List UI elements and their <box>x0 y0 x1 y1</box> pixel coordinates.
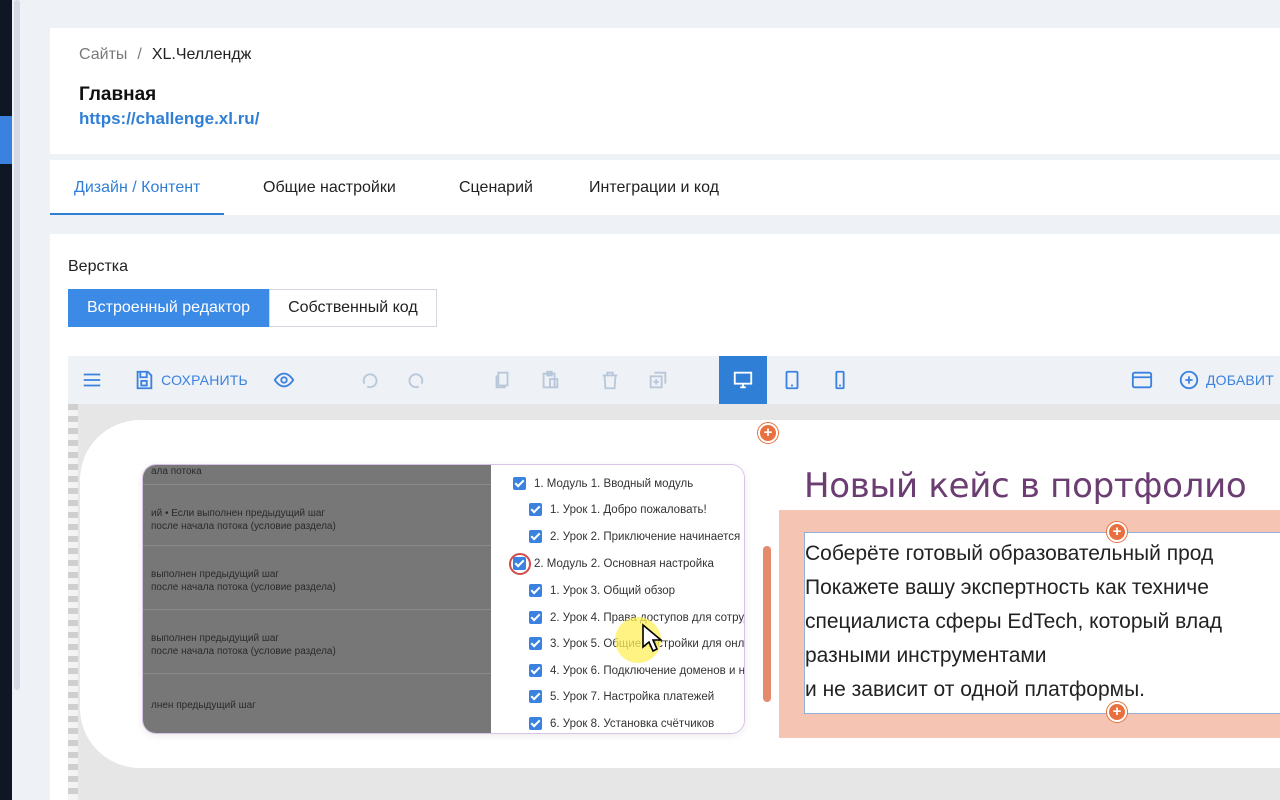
layout-mode-switch: Встроенный редактор Собственный код <box>68 289 437 327</box>
embedded-screenshot-image[interactable]: ала потока ий • Если выполнен предыдущий… <box>142 464 745 734</box>
breadcrumb: Сайты / XL.Челлендж <box>79 46 251 64</box>
redo-icon[interactable] <box>399 356 435 404</box>
case-text-box[interactable]: Соберёте готовый образовательный прод По… <box>804 532 1280 714</box>
case-text-line: и не зависит от одной платформы. <box>805 678 1145 701</box>
checklist-item: 2. Урок 2. Приключение начинается <box>529 530 740 543</box>
screenshot-row: лнен предыдущий шаг <box>151 700 256 711</box>
tab-general-settings[interactable]: Общие настройки <box>263 160 396 215</box>
tab-scenario[interactable]: Сценарий <box>459 160 533 215</box>
checklist-item: 6. Урок 8. Установка счётчиков <box>529 717 714 730</box>
screenshot-checklist: 1. Модуль 1. Вводный модуль 1. Урок 1. Д… <box>491 465 744 733</box>
desktop-icon[interactable] <box>719 356 767 404</box>
layout-label: Верстка <box>68 258 129 275</box>
app-sidebar-strip <box>0 0 12 800</box>
page-url-link[interactable]: https://challenge.xl.ru/ <box>79 109 259 129</box>
checklist-item: 1. Модуль 1. Вводный модуль <box>513 477 693 490</box>
checklist-item: 5. Урок 7. Настройка платежей <box>529 690 714 703</box>
page-title: Главная <box>79 84 157 105</box>
eye-icon[interactable] <box>266 356 302 404</box>
page-header: Сайты / XL.Челлендж Главная https://chal… <box>50 28 1280 154</box>
checklist-item: 1. Урок 3. Общий обзор <box>529 584 675 597</box>
editor-canvas[interactable]: ала потока ий • Если выполнен предыдущий… <box>68 404 1280 800</box>
screenshot-row: ий • Если выполнен предыдущий шаг после н… <box>143 485 491 546</box>
add-button[interactable]: ДОБАВИТ <box>1178 356 1280 404</box>
sidebar-resize-handle[interactable] <box>14 0 20 690</box>
tab-design-content[interactable]: Дизайн / Контент <box>50 160 225 215</box>
add-block-top-icon[interactable]: + <box>758 423 778 443</box>
case-text-line: специалиста сферы EdTech, который влад <box>805 610 1223 633</box>
breadcrumb-separator: / <box>137 46 142 63</box>
screenshot-row: выполнен предыдущий шаг после начала пото… <box>143 546 491 610</box>
undo-icon[interactable] <box>351 356 387 404</box>
menu-icon[interactable] <box>74 356 110 404</box>
save-icon <box>136 370 153 390</box>
cursor-pointer-icon <box>642 623 663 653</box>
editor-toolbar: СОХРАНИТЬ ДОБАВИТ <box>68 356 1280 404</box>
builtin-editor-button[interactable]: Встроенный редактор <box>68 289 270 327</box>
content-panel: Верстка Встроенный редактор Собственный … <box>50 234 1280 800</box>
save-button[interactable]: СОХРАНИТЬ <box>128 356 253 404</box>
case-text-line: разными инструментами <box>805 644 1047 667</box>
settings-tabs: Дизайн / Контент Общие настройки Сценари… <box>50 160 1280 215</box>
checklist-item: 4. Урок 6. Подключение доменов и н <box>529 664 744 677</box>
save-label: СОХРАНИТЬ <box>161 372 248 388</box>
screenshot-row: ала потока <box>143 465 491 485</box>
highlight-ring <box>509 553 531 575</box>
column-resize-handle[interactable] <box>763 546 771 702</box>
plus-circle-icon <box>1179 370 1199 390</box>
phone-icon[interactable] <box>820 356 860 404</box>
checklist-item: 2. Модуль 2. Основная настройка <box>513 557 714 570</box>
breadcrumb-current: XL.Челлендж <box>151 46 252 63</box>
sidebar-active-indicator <box>0 116 12 164</box>
case-text-line: Соберёте готовый образовательный прод <box>805 542 1214 565</box>
tablet-icon[interactable] <box>772 356 812 404</box>
screenshot-left-panel: ала потока ий • Если выполнен предыдущий… <box>143 465 491 733</box>
add-block-below-icon[interactable]: + <box>1107 702 1127 722</box>
checklist-item: 1. Урок 1. Добро пожаловать! <box>529 503 707 516</box>
canvas-ruler <box>68 404 78 800</box>
duplicate-icon[interactable] <box>640 356 676 404</box>
add-block-above-icon[interactable]: + <box>1107 522 1127 542</box>
custom-code-button[interactable]: Собственный код <box>269 289 437 327</box>
copy-icon[interactable] <box>484 356 520 404</box>
trash-icon[interactable] <box>592 356 628 404</box>
tab-integrations[interactable]: Интеграции и код <box>589 160 719 215</box>
page-section[interactable]: ала потока ий • Если выполнен предыдущий… <box>80 420 1280 768</box>
case-text-line: Покажете вашу экспертность как техниче <box>805 576 1209 599</box>
case-title[interactable]: Новый кейс в портфолио <box>804 466 1247 506</box>
window-icon[interactable] <box>1124 356 1160 404</box>
paste-icon[interactable] <box>532 356 568 404</box>
screenshot-row: выполнен предыдущий шаг после начала пото… <box>143 610 491 674</box>
add-label: ДОБАВИТ <box>1206 372 1274 388</box>
breadcrumb-sites-link[interactable]: Сайты <box>79 46 127 64</box>
